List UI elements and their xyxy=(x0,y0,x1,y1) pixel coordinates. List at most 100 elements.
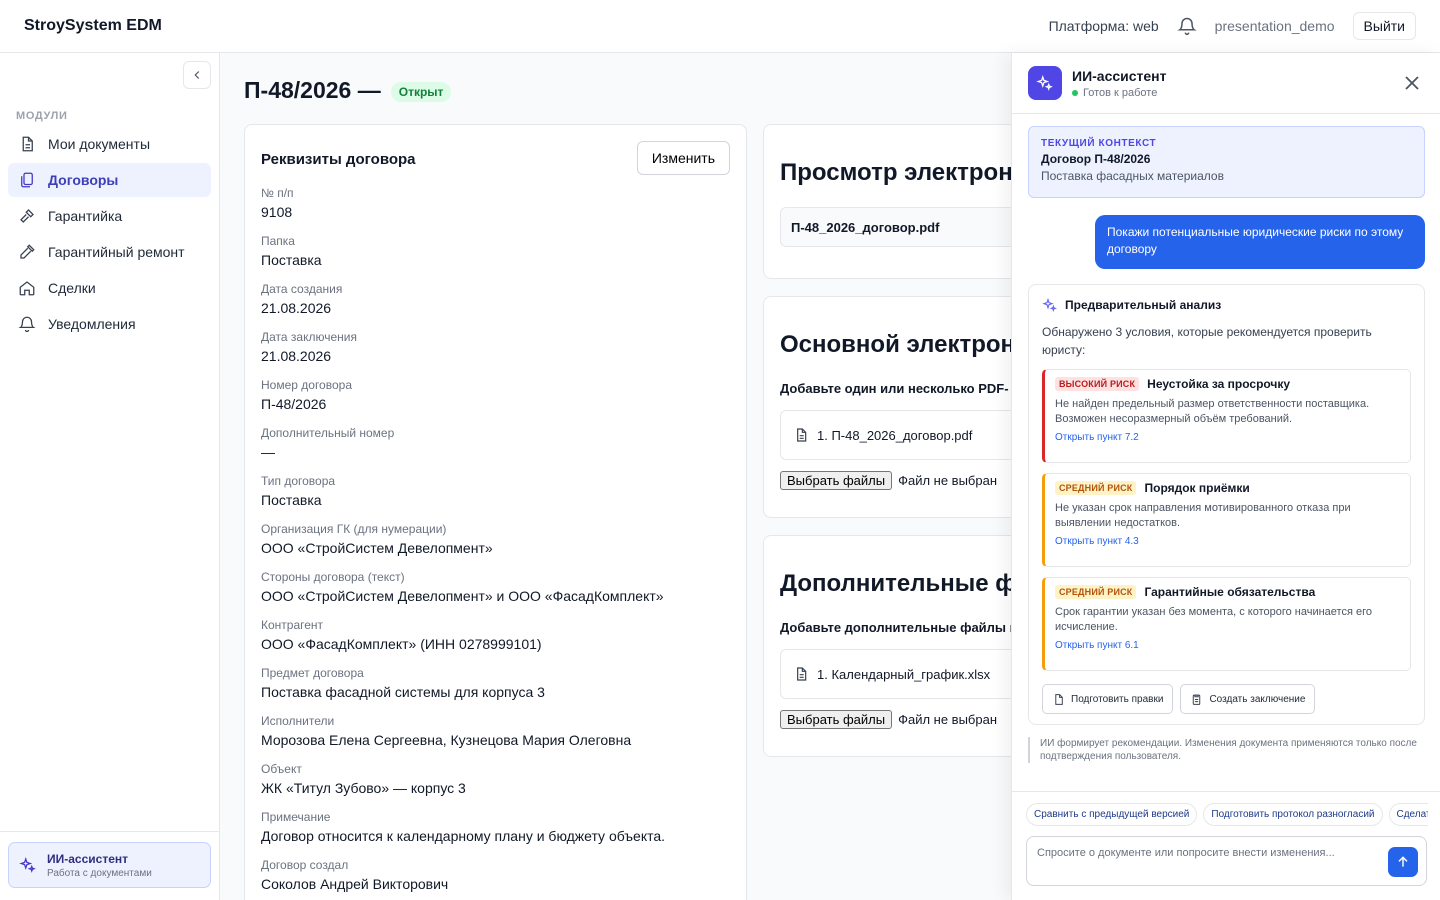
field-value: Поставка xyxy=(261,252,322,268)
sidebar-item-label: Договоры xyxy=(48,172,119,188)
document-icon xyxy=(22,136,33,152)
sidebar-item-label: Уведомления xyxy=(48,316,136,332)
sidebar-item-contracts[interactable]: Договоры xyxy=(8,163,211,197)
suggestion-chip[interactable]: Подготовить протокол разногласий xyxy=(1203,803,1383,826)
sidebar-item-notifications[interactable]: Уведомления xyxy=(8,307,211,341)
create-conclusion-button[interactable]: Создать заключение xyxy=(1180,684,1316,714)
field-value: Поставка xyxy=(261,492,322,508)
field-value: Морозова Елена Сергеевна, Кузнецова Мари… xyxy=(261,732,632,748)
detail-field: Тип договора Поставка xyxy=(261,474,730,522)
arrow-up-icon xyxy=(1398,856,1408,867)
sidebar-item-warranty-repair[interactable]: Гарантийный ремонт xyxy=(8,235,211,269)
send-button[interactable] xyxy=(1388,847,1418,877)
sidebar-item-warranty[interactable]: Гарантийка xyxy=(8,199,211,233)
context-key: ТЕКУЩИЙ КОНТЕКСТ xyxy=(1041,138,1157,149)
sidebar-item-my-documents[interactable]: Мои документы xyxy=(8,127,211,161)
detail-field: Организация ГК (для нумерации) ООО «Строй… xyxy=(261,522,730,570)
chat-input[interactable]: Спросите о документе или попросите внест… xyxy=(1026,836,1427,886)
field-label: № п/п xyxy=(261,186,294,200)
bell-icon[interactable] xyxy=(1176,16,1197,36)
close-icon[interactable] xyxy=(1400,71,1424,95)
no-file-label: Файл не выбран xyxy=(898,473,998,488)
field-value: — xyxy=(261,444,275,460)
analysis-card: Предварительный анализ Обнаружено 3 усло… xyxy=(1028,284,1425,725)
analysis-intro: Обнаружено 3 условия, которые рекомендуе… xyxy=(1042,325,1372,357)
logout-button[interactable]: Выйти xyxy=(1352,12,1416,40)
hammer-icon xyxy=(20,209,34,223)
home-icon xyxy=(19,281,35,296)
modules-label: МОДУЛИ xyxy=(16,110,68,122)
status-badge: Открыт xyxy=(390,82,452,102)
ai-divider xyxy=(1012,791,1440,792)
field-value: Договор относится к календарному плану и… xyxy=(261,828,666,844)
field-label: Предмет договора xyxy=(261,666,364,680)
platform-label: Платформа: web xyxy=(1048,18,1159,34)
detail-field: Номер договора П-48/2026 xyxy=(261,378,730,426)
file-name: 1. Календарный_график.xlsx xyxy=(817,666,991,682)
page-title: П-48/2026 — Открыт xyxy=(244,77,452,104)
prepare-edits-button[interactable]: Подготовить правки xyxy=(1042,684,1174,714)
risk-desc: Не найден предельный размер ответственно… xyxy=(1055,398,1370,425)
bell-icon xyxy=(18,316,36,333)
edit-button[interactable]: Изменить xyxy=(636,141,730,175)
field-label: Дата создания xyxy=(261,282,343,296)
detail-field: Примечание Договор относится к календарно… xyxy=(261,810,730,858)
field-label: Организация ГК (для нумерации) xyxy=(261,522,447,536)
detail-field: Папка Поставка xyxy=(261,234,730,282)
detail-field: Дата создания 21.08.2026 xyxy=(261,282,730,330)
contract-details-card: Реквизиты договора Изменить № п/п 9108 Пап… xyxy=(244,124,747,900)
sparkles-icon xyxy=(1042,297,1057,312)
suggestion-chip[interactable]: Сделать резюме xyxy=(1388,803,1428,826)
risk-link[interactable]: Открыть пункт 7.2 xyxy=(1055,432,1400,443)
sidebar-ai-assistant[interactable]: ИИ-ассистент Работа с документами xyxy=(8,842,211,888)
sidebar-item-label: Мои документы xyxy=(48,136,151,152)
field-value: Соколов Андрей Викторович xyxy=(261,876,449,892)
sparkles-icon xyxy=(1028,66,1062,100)
ai-disclaimer: ИИ формирует рекомендации. Изменения док… xyxy=(1028,737,1425,763)
risk-link[interactable]: Открыть пункт 6.1 xyxy=(1055,640,1400,651)
choose-files-button[interactable]: Выбрать файлы xyxy=(780,710,893,729)
ai-card-title: ИИ-ассистент xyxy=(47,851,128,866)
detail-field: Контрагент ООО «ФасадКомплект» (ИНН 02789… xyxy=(261,618,730,666)
risk-link[interactable]: Открыть пункт 4.3 xyxy=(1055,536,1400,547)
risk-item-high: ВЫСОКИЙ РИСК Неустойка за просрочку Не н… xyxy=(1042,369,1411,463)
field-value: 21.08.2026 xyxy=(261,348,332,364)
analysis-title: Предварительный анализ xyxy=(1065,298,1222,312)
collapse-sidebar-button[interactable] xyxy=(183,61,211,89)
suggestion-chips: Сравнить с предыдущей версией Подготовит… xyxy=(1026,803,1428,827)
suggestion-chip[interactable]: Сравнить с предыдущей версией xyxy=(1026,803,1198,826)
analysis-header: Предварительный анализ xyxy=(1042,297,1411,313)
field-label: Тип договора xyxy=(261,474,336,488)
choose-files-button[interactable]: Выбрать файлы xyxy=(780,471,893,490)
username[interactable]: presentation_demo xyxy=(1215,18,1335,34)
risk-desc: Не указан срок направления мотивированно… xyxy=(1055,502,1351,529)
file-icon xyxy=(797,428,807,442)
field-label: Стороны договора (текст) xyxy=(261,570,405,584)
risk-tag: СРЕДНИЙ РИСК xyxy=(1055,481,1137,495)
brand-logo[interactable]: StroySystem EDM xyxy=(24,17,162,35)
chat-placeholder: Спросите о документе или попросите внест… xyxy=(1037,847,1335,859)
context-name: Договор П-48/2026 xyxy=(1041,152,1151,166)
document-icon xyxy=(1055,693,1063,705)
ai-card-subtitle: Работа с документами xyxy=(47,867,152,879)
contract-title: П-48/2026 — xyxy=(244,77,381,103)
detail-field: № п/п 9108 xyxy=(261,186,730,234)
file-name: 1. П-48_2026_договор.pdf xyxy=(817,427,973,443)
risk-item-medium: СРЕДНИЙ РИСК Порядок приёмки Не указан с… xyxy=(1042,473,1411,567)
field-label: Договор создал xyxy=(261,858,349,872)
field-label: Дополнительный номер xyxy=(261,426,395,440)
contracts-icon xyxy=(21,172,33,188)
detail-field: Договор создал Соколов Андрей Викторович xyxy=(261,858,730,900)
field-value: 21.08.2026 xyxy=(261,300,332,316)
analysis-actions: Подготовить правки Создать заключение xyxy=(1042,684,1411,714)
sidebar-item-label: Гарантийный ремонт xyxy=(48,244,185,260)
risk-title: Гарантийные обязательства xyxy=(1144,585,1316,599)
field-value: ООО «СтройСистем Девелопмент» и ООО «Фас… xyxy=(261,588,664,604)
detail-field: Исполнители Морозова Елена Сергеевна, Куз… xyxy=(261,714,730,762)
sidebar-item-deals[interactable]: Сделки xyxy=(8,271,211,305)
field-label: Папка xyxy=(261,234,295,248)
field-label: Номер договора xyxy=(261,378,352,392)
ai-status-label: Готов к работе xyxy=(1083,86,1158,99)
clipboard-icon xyxy=(1193,694,1201,705)
sidebar-item-label: Сделки xyxy=(48,280,96,296)
